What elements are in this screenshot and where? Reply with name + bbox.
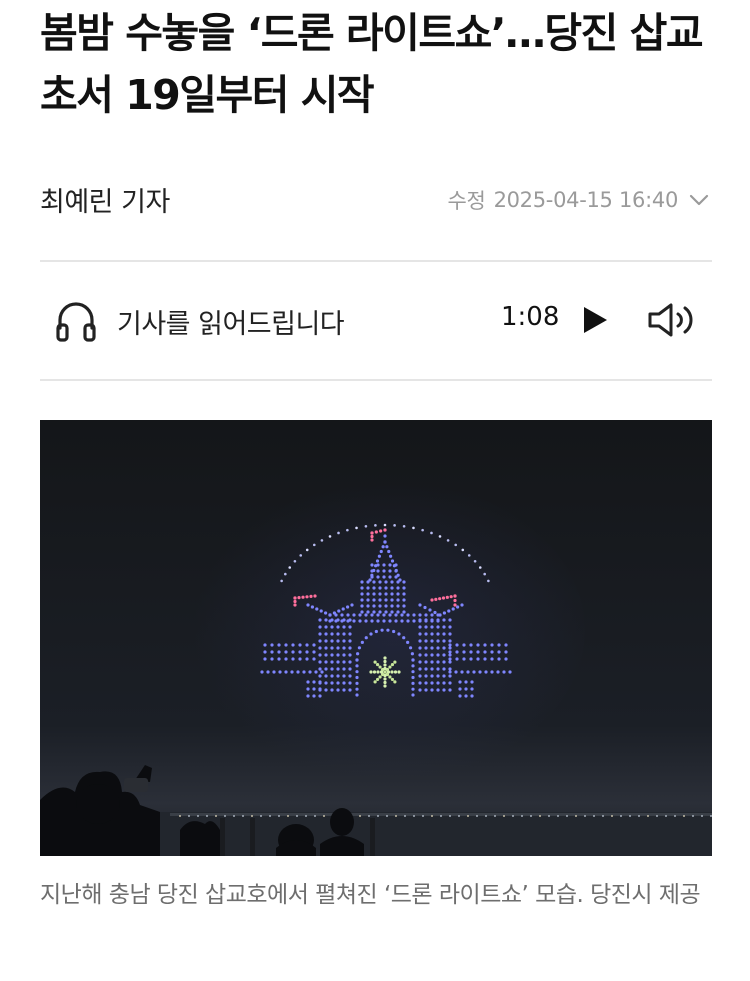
play-icon[interactable]	[580, 304, 610, 336]
author-name[interactable]: 최예린 기자	[40, 180, 170, 219]
headphones-icon	[56, 302, 96, 342]
photo-caption: 지난해 충남 당진 삽교호에서 펼쳐진 ‘드론 라이트쇼’ 모습. 당진시 제공	[40, 882, 701, 908]
volume-icon[interactable]	[646, 300, 698, 340]
divider-bottom	[40, 379, 712, 381]
tts-player: 기사를 읽어드립니다 1:08	[40, 262, 712, 378]
modified-label: 수정	[447, 189, 486, 213]
byline: 최예린 기자 수정 2025-04-15 16:40	[40, 176, 712, 220]
article-photo[interactable]	[40, 420, 712, 856]
article-headline: 봄밤 수놓을 ‘드론 라이트쇼’…당진 삽교초서 19일부터 시작	[40, 9, 704, 119]
tts-label: 기사를 읽어드립니다	[117, 309, 345, 340]
chevron-down-icon[interactable]	[686, 187, 712, 213]
modified-datetime: 2025-04-15 16:40	[493, 188, 679, 212]
tts-duration: 1:08	[501, 302, 560, 332]
drone-show-image	[40, 420, 712, 856]
modified-info[interactable]: 수정 2025-04-15 16:40	[448, 185, 712, 215]
